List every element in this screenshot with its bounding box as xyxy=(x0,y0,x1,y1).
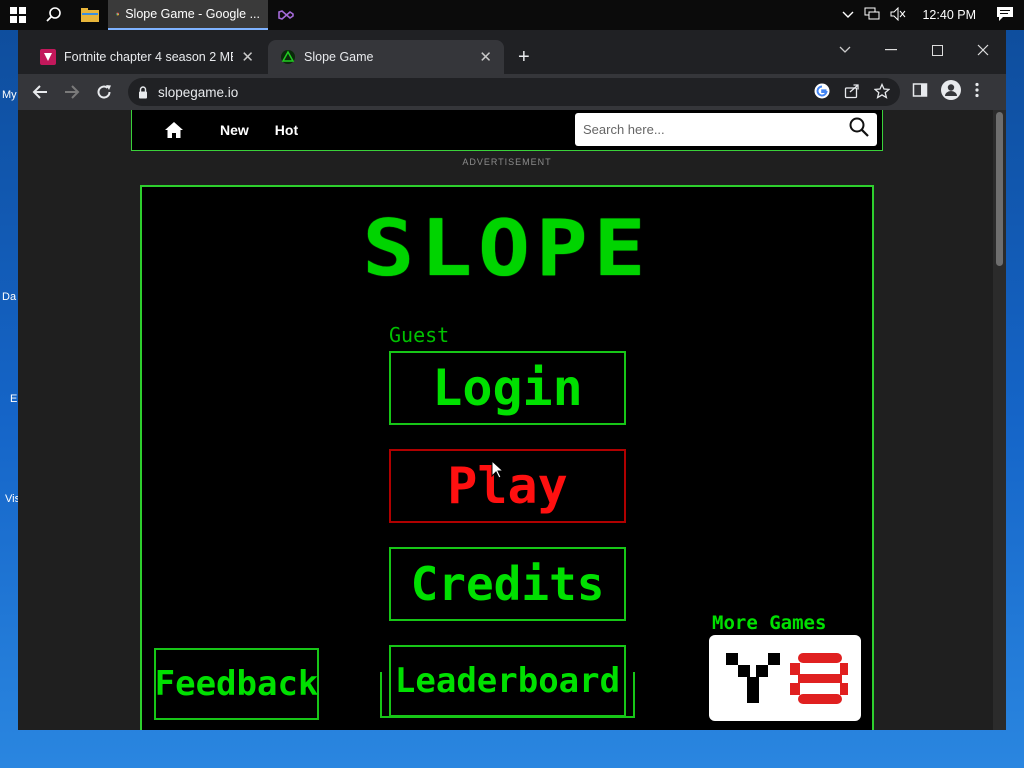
slope-favicon-icon xyxy=(281,50,295,64)
url-text: slopegame.io xyxy=(158,84,239,100)
desktop-icon-label[interactable]: Da xyxy=(2,291,16,303)
y8-more-games-button[interactable] xyxy=(709,635,861,721)
fortnite-favicon-icon xyxy=(40,49,56,65)
tab-fortnite[interactable]: Fortnite chapter 4 season 2 MEGA ✕ xyxy=(28,40,266,74)
nav-link-hot[interactable]: Hot xyxy=(275,122,298,138)
page-scrollbar[interactable] xyxy=(993,110,1006,730)
search-button[interactable] xyxy=(36,0,72,30)
start-button[interactable] xyxy=(0,0,36,30)
game-logo: SLOPE xyxy=(362,204,652,294)
desktop-icon-label[interactable]: My xyxy=(2,89,17,101)
notifications-icon[interactable] xyxy=(996,6,1014,25)
close-window-button[interactable] xyxy=(960,36,1006,64)
chevron-up-icon[interactable] xyxy=(842,8,854,22)
credits-label: Credits xyxy=(410,557,605,611)
side-panel-icon[interactable] xyxy=(912,82,928,103)
mouse-cursor-icon xyxy=(491,460,505,479)
minimize-button[interactable] xyxy=(868,36,914,64)
visual-studio-button[interactable] xyxy=(268,0,304,30)
speaker-muted-icon[interactable] xyxy=(890,6,906,24)
play-label: Play xyxy=(447,457,568,515)
forward-arrow-icon xyxy=(65,85,80,99)
taskbar-app-title: Slope Game - Google ... xyxy=(125,7,260,21)
close-tab-icon[interactable]: ✕ xyxy=(241,48,254,66)
chrome-icon xyxy=(116,12,120,16)
forward-button[interactable] xyxy=(56,76,88,108)
menu-kebab-icon[interactable] xyxy=(974,82,980,103)
taskbar-chrome-app[interactable]: Slope Game - Google ... xyxy=(108,0,268,30)
windows-logo-icon xyxy=(10,7,26,23)
play-button[interactable]: Play xyxy=(389,449,626,523)
feedback-button[interactable]: Feedback xyxy=(154,648,319,720)
bookmark-star-icon[interactable] xyxy=(873,82,891,102)
share-icon[interactable] xyxy=(844,83,860,102)
tab-title: Slope Game xyxy=(304,50,374,64)
page-viewport: New Hot ADVERTISEMENT SLOPE Guest Login … xyxy=(18,110,993,730)
nav-link-new[interactable]: New xyxy=(220,122,249,138)
tab-strip: Fortnite chapter 4 season 2 MEGA ✕ Slope… xyxy=(18,30,1006,74)
maximize-button[interactable] xyxy=(914,36,960,64)
folder-icon xyxy=(81,8,99,22)
system-tray: 12:40 PM xyxy=(842,6,1024,25)
login-label: Login xyxy=(432,359,583,417)
new-tab-button[interactable]: + xyxy=(518,46,530,69)
advertisement-label: ADVERTISEMENT xyxy=(462,157,552,167)
browser-toolbar: slopegame.io xyxy=(18,74,1006,110)
leaderboard-label: Leaderboard xyxy=(394,661,621,701)
file-explorer-button[interactable] xyxy=(72,0,108,30)
address-bar[interactable]: slopegame.io xyxy=(128,78,900,106)
reload-button[interactable] xyxy=(88,76,120,108)
google-icon[interactable] xyxy=(814,83,830,102)
leaderboard-button[interactable]: Leaderboard xyxy=(389,645,626,717)
network-icon[interactable] xyxy=(864,7,880,24)
site-navbar: New Hot xyxy=(131,110,883,151)
desktop-icon-label[interactable]: E xyxy=(10,393,17,405)
more-games-label: More Games xyxy=(712,612,827,634)
site-search-box xyxy=(575,113,877,146)
visual-studio-icon xyxy=(278,10,294,20)
game-canvas[interactable]: SLOPE Guest Login Play Credits Leaderboa… xyxy=(140,185,874,730)
toolbar-right-actions xyxy=(912,79,980,106)
back-button[interactable] xyxy=(24,76,56,108)
y8-logo-icon xyxy=(726,653,848,704)
tab-slope-game[interactable]: Slope Game ✕ xyxy=(268,40,504,74)
guest-label: Guest xyxy=(389,323,450,347)
search-input[interactable] xyxy=(583,122,849,137)
search-icon xyxy=(46,7,61,22)
window-controls xyxy=(822,36,1006,64)
home-icon[interactable] xyxy=(154,121,194,139)
browser-window: Fortnite chapter 4 season 2 MEGA ✕ Slope… xyxy=(18,30,1006,730)
clock[interactable]: 12:40 PM xyxy=(922,8,976,22)
profile-avatar-icon[interactable] xyxy=(940,79,962,106)
tab-title: Fortnite chapter 4 season 2 MEGA xyxy=(64,50,233,64)
lock-icon xyxy=(139,85,147,98)
back-arrow-icon xyxy=(32,85,47,99)
search-icon[interactable] xyxy=(849,117,869,142)
reload-icon xyxy=(97,85,111,99)
login-button[interactable]: Login xyxy=(389,351,626,425)
credits-button[interactable]: Credits xyxy=(389,547,626,621)
close-tab-icon[interactable]: ✕ xyxy=(479,48,492,66)
windows-taskbar: Slope Game - Google ... 12:40 PM xyxy=(0,0,1024,30)
chevron-down-icon[interactable] xyxy=(822,36,868,64)
feedback-label: Feedback xyxy=(154,664,319,704)
scrollbar-thumb[interactable] xyxy=(996,112,1003,266)
